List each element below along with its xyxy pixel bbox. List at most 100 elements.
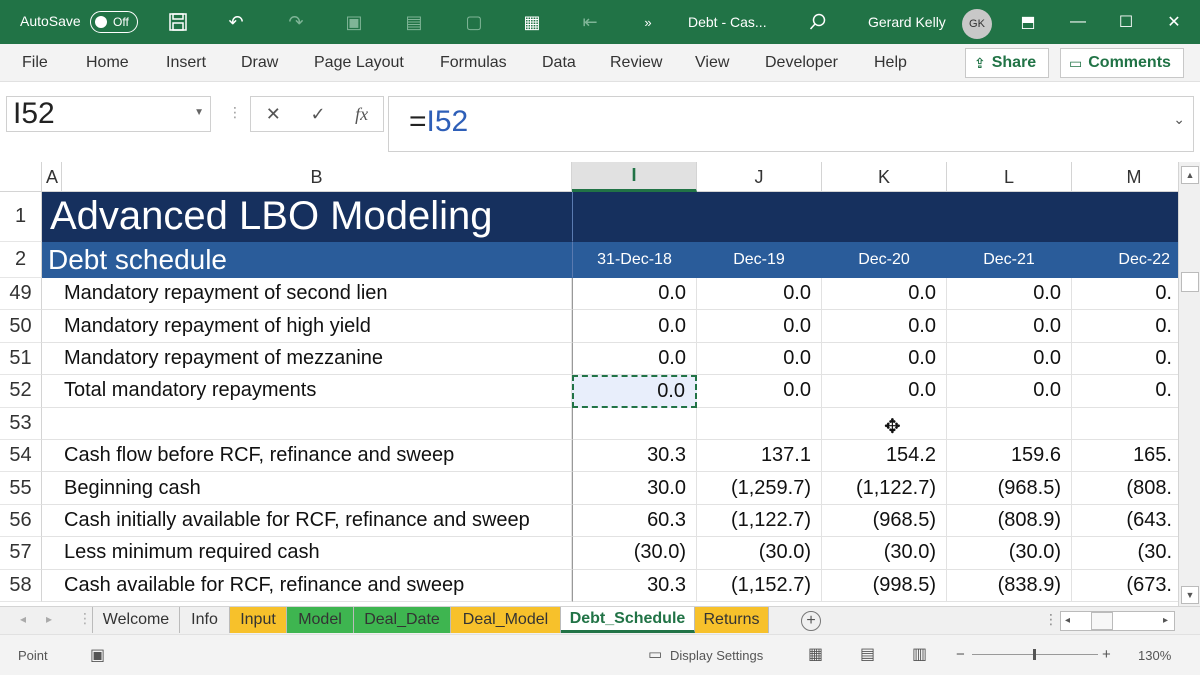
date-header[interactable]: Dec-19	[697, 242, 822, 278]
value-cell[interactable]: 0.	[1072, 375, 1178, 408]
row-header[interactable]: 54	[0, 440, 42, 473]
row-header[interactable]: 52	[0, 375, 42, 408]
calculator-icon[interactable]: ▦	[520, 10, 544, 34]
date-header[interactable]: Dec-22	[1072, 242, 1178, 278]
value-cell[interactable]: 159.6	[947, 440, 1072, 473]
row-label-cell[interactable]: Total mandatory repayments	[42, 375, 572, 408]
tab-draw[interactable]: Draw	[241, 54, 278, 72]
col-header-j[interactable]: J	[697, 162, 822, 192]
value-cell[interactable]: 165.	[1072, 440, 1178, 473]
tab-home[interactable]: Home	[86, 54, 129, 72]
tab-formulas[interactable]: Formulas	[440, 54, 507, 72]
sheet-tab-deal-model[interactable]: Deal_Model	[451, 607, 561, 633]
col-header-m[interactable]: M	[1072, 162, 1178, 192]
value-cell[interactable]: 154.2	[822, 440, 947, 473]
avatar[interactable]: GK	[962, 9, 992, 39]
value-cell[interactable]: (998.5)	[822, 569, 947, 602]
row-label-cell[interactable]: Mandatory repayment of second lien	[42, 278, 572, 311]
exit-icon[interactable]: ⇤	[578, 10, 602, 34]
row-header[interactable]: 55	[0, 472, 42, 505]
tab-insert[interactable]: Insert	[166, 54, 206, 72]
col-header-i[interactable]: I	[572, 162, 697, 192]
value-cell[interactable]	[1072, 408, 1178, 440]
maximize-icon[interactable]: ☐	[1114, 10, 1138, 34]
horizontal-scrollbar[interactable]: ◂ ▸	[1060, 611, 1175, 631]
display-settings-icon[interactable]: ▭	[648, 645, 662, 663]
value-cell[interactable]: 0.0	[697, 278, 822, 311]
row-header[interactable]: 57	[0, 537, 42, 570]
form-icon[interactable]: ▤	[402, 10, 426, 34]
value-cell[interactable]: 0.0	[947, 278, 1072, 311]
zoom-out-button[interactable]: −	[956, 646, 965, 663]
value-cell[interactable]	[697, 407, 822, 440]
scroll-left-icon[interactable]: ◂	[1065, 615, 1070, 626]
value-cell[interactable]	[947, 407, 1072, 440]
value-cell[interactable]: 0.0	[947, 310, 1072, 343]
value-cell[interactable]: 0.0	[822, 278, 947, 311]
chevron-down-icon[interactable]: ▼	[194, 107, 204, 118]
sheet-tab-model[interactable]: Model	[287, 607, 354, 633]
value-cell[interactable]: (673.	[1072, 570, 1178, 602]
undo-icon[interactable]: ↶	[224, 10, 248, 34]
value-cell[interactable]: (30.0)	[697, 537, 822, 570]
row-header[interactable]: 50	[0, 310, 42, 343]
split-grip-icon[interactable]: ⋮	[1044, 611, 1058, 628]
sheet-tab-input[interactable]: Input	[230, 607, 287, 633]
zoom-level[interactable]: 130%	[1138, 648, 1171, 663]
name-box[interactable]: I52 ▼	[6, 96, 211, 132]
tab-view[interactable]: View	[695, 54, 729, 72]
value-cell[interactable]: 0.0	[572, 342, 697, 376]
model-title[interactable]: Advanced LBO Modeling	[42, 192, 572, 242]
search-icon[interactable]	[806, 10, 830, 34]
col-header-b[interactable]: B	[62, 162, 572, 192]
row-label-cell[interactable]: Less minimum required cash	[42, 537, 572, 570]
value-cell[interactable]: (808.9)	[947, 504, 1072, 538]
more-commands-icon[interactable]: »	[636, 10, 660, 34]
tab-more-icon[interactable]: ⋮	[78, 610, 92, 627]
worksheet-grid[interactable]: A B I J K L M 1 Advanced LBO Modeling 2 …	[0, 162, 1178, 606]
value-cell[interactable]: 0.	[1072, 310, 1178, 343]
tab-data[interactable]: Data	[542, 54, 576, 72]
value-cell[interactable]: (968.5)	[947, 472, 1072, 505]
page-break-view-icon[interactable]: ▥	[912, 644, 927, 664]
value-cell[interactable]: (1,259.7)	[697, 472, 822, 505]
display-settings[interactable]: Display Settings	[670, 648, 763, 663]
value-cell[interactable]	[572, 407, 697, 440]
vertical-scrollbar[interactable]: ▲ ▼	[1178, 162, 1200, 606]
tab-developer[interactable]: Developer	[765, 54, 838, 72]
redo-icon[interactable]: ↷	[284, 10, 308, 34]
col-header-a[interactable]: A	[42, 162, 62, 192]
value-cell[interactable]: 0.0	[822, 342, 947, 376]
value-cell[interactable]: 0.0	[572, 310, 697, 343]
value-cell[interactable]: 0.0	[697, 342, 822, 376]
scroll-down-icon[interactable]: ▼	[1181, 586, 1199, 604]
user-name[interactable]: Gerard Kelly	[868, 14, 946, 30]
value-cell[interactable]: (838.9)	[947, 569, 1072, 602]
row-label-cell[interactable]: Beginning cash	[42, 472, 572, 505]
camera-icon[interactable]: ▣	[342, 10, 366, 34]
present-icon[interactable]: ▢	[462, 10, 486, 34]
tab-scroll-right-icon[interactable]: ▸	[46, 612, 52, 626]
row-header[interactable]: 51	[0, 342, 42, 376]
document-title[interactable]: Debt - Cas...	[688, 14, 767, 30]
sheet-tab-welcome[interactable]: Welcome	[92, 607, 180, 633]
row-header[interactable]: 58	[0, 569, 42, 602]
tab-scroll-left-icon[interactable]: ◂	[20, 612, 26, 626]
value-cell[interactable]: 0.0	[572, 278, 697, 311]
row-label-cell[interactable]: Cash initially available for RCF, refina…	[42, 504, 572, 538]
zoom-in-button[interactable]: +	[1102, 646, 1111, 663]
cancel-icon[interactable]: ✕	[266, 104, 281, 125]
enter-icon[interactable]: ✓	[310, 104, 325, 125]
tab-help[interactable]: Help	[874, 54, 907, 72]
sheet-tab-deal-date[interactable]: Deal_Date	[354, 607, 451, 633]
tab-file[interactable]: File	[22, 54, 48, 72]
share-button[interactable]: ⇪ Share	[965, 48, 1049, 78]
value-cell[interactable]: 0.0	[697, 375, 822, 408]
scroll-right-icon[interactable]: ▸	[1163, 615, 1168, 626]
value-cell[interactable]: 0.	[1072, 343, 1178, 376]
tab-page-layout[interactable]: Page Layout	[314, 54, 404, 72]
value-cell[interactable]: 0.0	[697, 310, 822, 343]
expand-formula-icon[interactable]: ⌄	[1173, 111, 1185, 128]
value-cell[interactable]: 30.3	[572, 440, 697, 473]
scroll-thumb[interactable]	[1091, 612, 1113, 630]
